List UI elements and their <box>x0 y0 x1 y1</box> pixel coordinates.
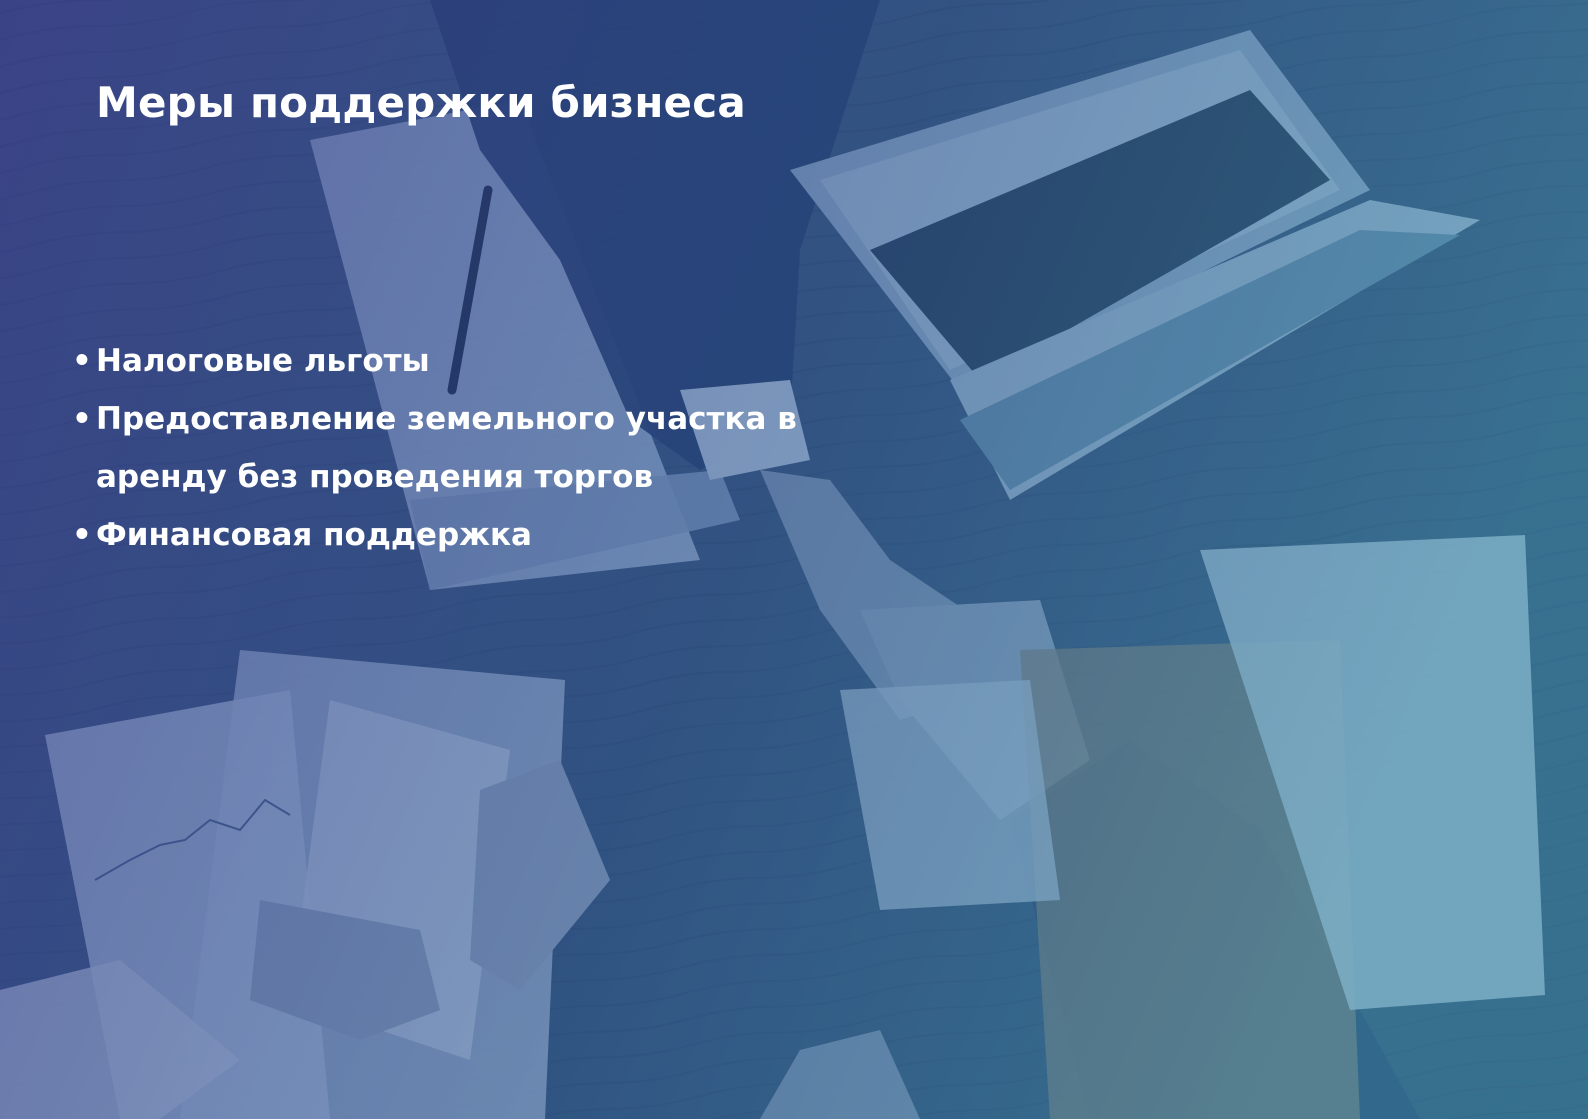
bullet-marker: • <box>72 401 92 437</box>
slide-title: Меры поддержки бизнеса <box>96 78 746 127</box>
bullet-text: Предоставление земельного участка в арен… <box>96 401 797 495</box>
bullet-marker: • <box>72 517 92 553</box>
bullet-item: • Налоговые льготы <box>72 332 816 390</box>
bullet-text: Финансовая поддержка <box>96 517 532 553</box>
bullet-item: • Финансовая поддержка <box>72 506 816 564</box>
slide: Меры поддержки бизнеса • Налоговые льгот… <box>0 0 1588 1119</box>
bullet-marker: • <box>72 343 92 379</box>
bullet-list: • Налоговые льготы • Предоставление земе… <box>72 332 816 564</box>
bullet-text: Налоговые льготы <box>96 343 430 379</box>
bullet-item: • Предоставление земельного участка в ар… <box>72 390 816 506</box>
